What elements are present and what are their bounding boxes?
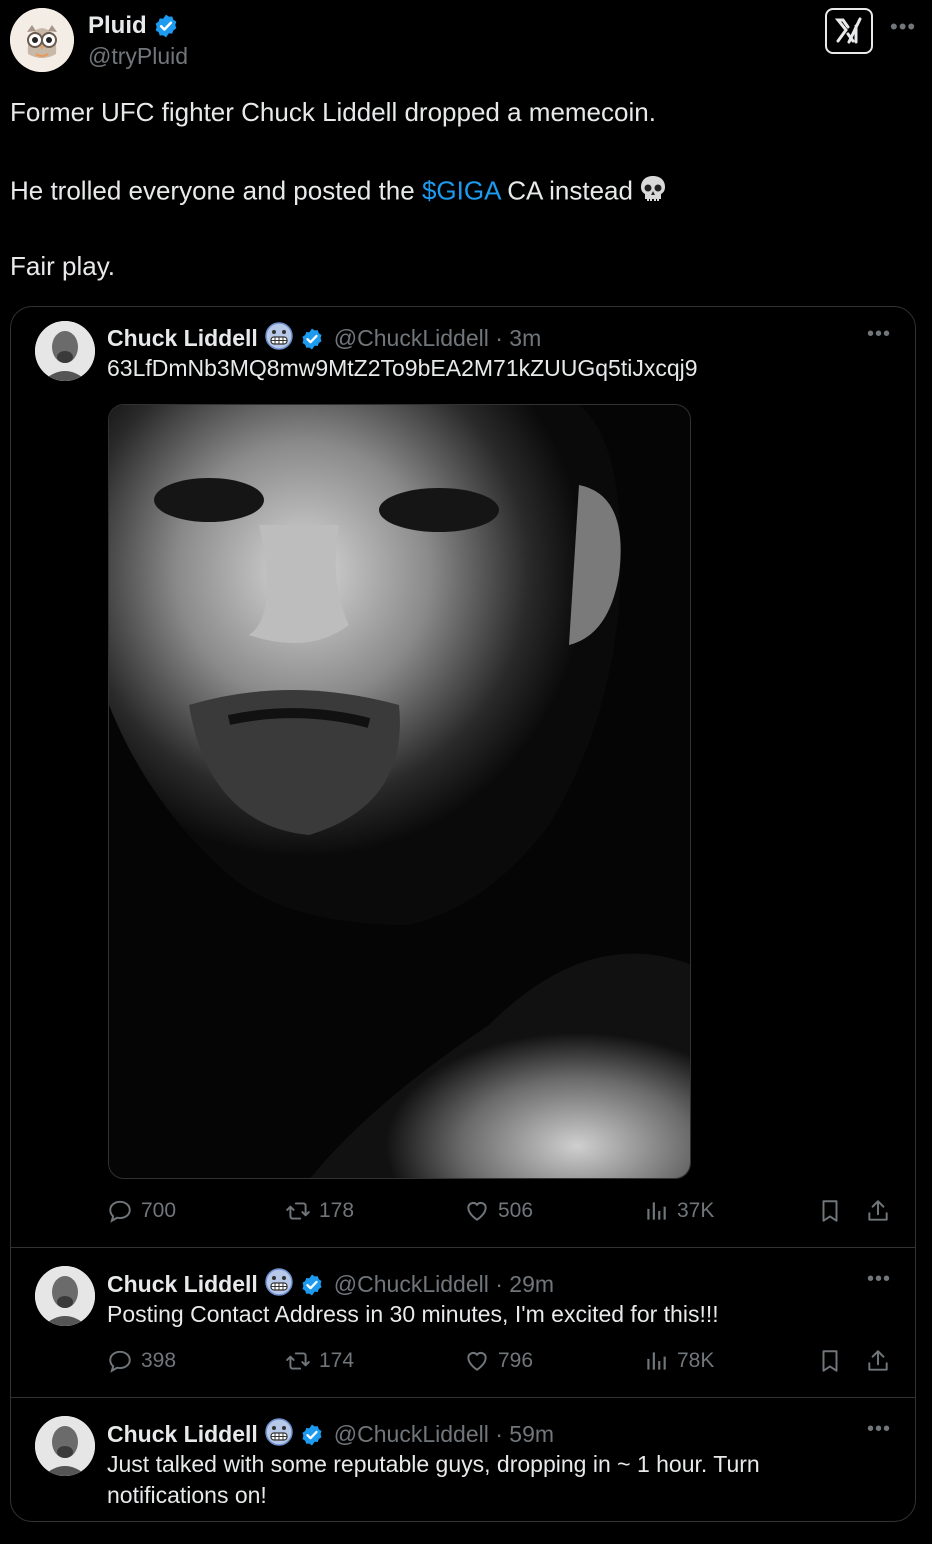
quoted-handle-time[interactable]: @ChuckLiddell · 59m — [334, 1421, 554, 1448]
quoted-name[interactable]: Chuck Liddell — [107, 325, 258, 352]
quoted-text-line-2: notifications on! — [107, 1482, 267, 1508]
more-icon[interactable]: ••• — [867, 1418, 891, 1441]
tweet-actions: 398 174 796 78K — [107, 1348, 907, 1382]
views-button[interactable]: 37K — [643, 1198, 714, 1224]
tweet-line-2: He trolled everyone and posted the $GIGA… — [10, 173, 669, 212]
like-count: 506 — [498, 1199, 534, 1222]
quoted-text: Posting Contact Address in 30 minutes, I… — [107, 1301, 719, 1327]
like-icon — [467, 1351, 487, 1371]
quoted-name[interactable]: Chuck Liddell — [107, 1271, 258, 1298]
quoted-avatar[interactable] — [35, 1266, 95, 1326]
author-name[interactable]: Pluid — [88, 12, 147, 40]
quoted-avatar[interactable] — [35, 321, 95, 381]
like-icon — [467, 1201, 487, 1221]
bookmark-button[interactable] — [817, 1198, 843, 1224]
bookmark-button[interactable] — [817, 1348, 843, 1374]
verified-badge-icon — [302, 328, 322, 349]
verified-badge-icon — [302, 1424, 322, 1445]
tweet-line-1: Former UFC fighter Chuck Liddell dropped… — [10, 97, 656, 127]
skull-emoji-icon — [637, 173, 669, 212]
repost-icon — [286, 1352, 310, 1370]
quoted-thread[interactable]: Chuck Liddell @ChuckLiddell · 3m ••• 63L… — [10, 306, 916, 1522]
quoted-tweet[interactable]: Chuck Liddell @ChuckLiddell · 3m ••• 63L… — [11, 307, 915, 1247]
reply-button[interactable]: 700 — [107, 1198, 176, 1224]
reply-icon — [109, 1350, 131, 1373]
reply-count: 398 — [141, 1349, 177, 1372]
repost-button[interactable]: 178 — [285, 1198, 354, 1224]
quoted-handle-time[interactable]: @ChuckLiddell · 29m — [334, 1271, 554, 1298]
verified-badge-icon — [302, 1274, 322, 1295]
grok-button[interactable] — [825, 8, 873, 54]
more-icon[interactable]: ••• — [867, 323, 891, 346]
bookmark-icon — [822, 1200, 838, 1222]
quoted-handle-time[interactable]: @ChuckLiddell · 3m — [334, 325, 541, 352]
quoted-avatar[interactable] — [35, 1416, 95, 1476]
repost-icon — [286, 1202, 310, 1220]
tweet-actions: 700 178 506 37K — [107, 1198, 907, 1232]
more-icon[interactable]: ••• — [867, 1268, 891, 1291]
grimacing-face-emoji-icon — [264, 321, 294, 356]
quoted-tweet[interactable]: Chuck Liddell @ChuckLiddell · 59m ••• Ju… — [11, 1398, 915, 1521]
author-avatar[interactable] — [10, 8, 74, 72]
share-button[interactable] — [865, 1198, 891, 1224]
like-button[interactable]: 796 — [464, 1348, 533, 1374]
reply-icon — [109, 1200, 131, 1223]
tweet-photo[interactable] — [108, 404, 691, 1179]
grimacing-face-emoji-icon — [264, 1267, 294, 1302]
reply-count: 700 — [141, 1199, 177, 1222]
like-count: 796 — [498, 1349, 534, 1372]
quoted-text: 63LfDmNb3MQ8mw9MtZ2To9bEA2M71kZUUGq5tiJx… — [107, 355, 698, 381]
repost-count: 174 — [319, 1349, 355, 1372]
views-icon — [647, 1352, 666, 1370]
verified-badge-icon — [155, 14, 176, 38]
author-handle[interactable]: @tryPluid — [88, 43, 188, 70]
repost-count: 178 — [319, 1199, 355, 1222]
quoted-tweet[interactable]: Chuck Liddell @ChuckLiddell · 29m ••• Po… — [11, 1248, 915, 1396]
more-icon[interactable]: ••• — [890, 14, 916, 40]
cashtag-link[interactable]: $GIGA — [422, 175, 500, 205]
views-count: 78K — [677, 1349, 715, 1372]
quoted-text-line-1: Just talked with some reputable guys, dr… — [107, 1451, 760, 1477]
views-icon — [647, 1202, 666, 1220]
views-count: 37K — [677, 1199, 715, 1222]
tweet-line-2-suffix: CA instead — [499, 175, 633, 206]
share-icon — [868, 1350, 888, 1371]
share-button[interactable] — [865, 1348, 891, 1374]
tweet-line-2-prefix: He trolled everyone and posted the — [10, 175, 422, 206]
share-icon — [868, 1200, 888, 1221]
bookmark-icon — [822, 1350, 838, 1372]
grimacing-face-emoji-icon — [264, 1417, 294, 1452]
quoted-name[interactable]: Chuck Liddell — [107, 1421, 258, 1448]
views-button[interactable]: 78K — [643, 1348, 714, 1374]
tweet-line-3: Fair play. — [10, 251, 115, 281]
grok-icon — [834, 17, 862, 44]
like-button[interactable]: 506 — [464, 1198, 533, 1224]
reply-button[interactable]: 398 — [107, 1348, 176, 1374]
repost-button[interactable]: 174 — [285, 1348, 354, 1374]
tweet-header: Pluid @tryPluid ••• — [10, 8, 922, 72]
